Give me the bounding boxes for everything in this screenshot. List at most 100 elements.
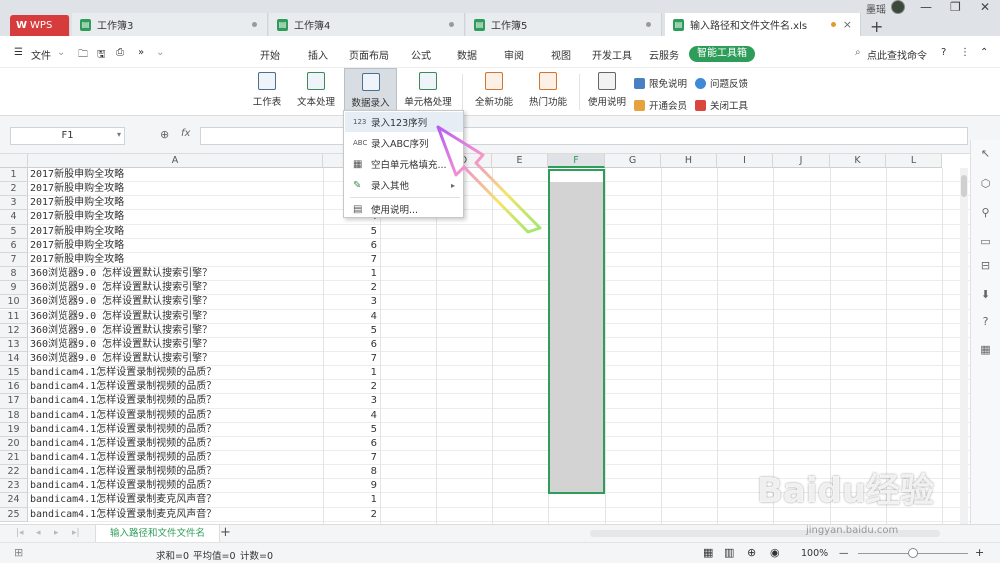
cell-a[interactable]: 360浏览器9.0 怎样设置默认搜索引擎？	[30, 281, 212, 295]
chevron-down-icon[interactable]: ▾	[117, 130, 121, 139]
row-header[interactable]: 17	[0, 394, 28, 409]
cell-a[interactable]: bandicam4.1怎样设置录制麦克风声音？	[30, 508, 216, 522]
tab-smart-toolbox[interactable]: 智能工具箱	[689, 46, 755, 62]
macro-icon[interactable]: ⊞	[14, 546, 23, 559]
tab-cloud[interactable]: 云服务	[649, 47, 679, 62]
tab-review[interactable]: 审阅	[504, 47, 524, 62]
open-folder-icon[interactable]: 🗀	[78, 47, 88, 64]
help-icon[interactable]: ?	[941, 47, 946, 58]
tab-workbook5[interactable]: ▤ 工作簿5	[466, 13, 662, 36]
column-header-i[interactable]: I	[717, 154, 773, 168]
cell-b[interactable]: 5	[323, 324, 377, 338]
cell-b[interactable]: 7	[323, 352, 377, 366]
feedback-button[interactable]: 问题反馈	[695, 76, 748, 90]
scrollbar-thumb[interactable]	[961, 175, 967, 197]
last-sheet-icon[interactable]: ▸|	[72, 528, 80, 538]
tab-view[interactable]: 视图	[551, 47, 571, 62]
sheet-tab-active[interactable]: 输入路径和文件文件名	[95, 525, 221, 542]
row-header[interactable]: 23	[0, 479, 28, 494]
row-header[interactable]: 12	[0, 323, 28, 338]
comment-icon[interactable]: ▭	[979, 235, 992, 248]
cell-b[interactable]: 1	[323, 366, 377, 380]
row-header[interactable]: 13	[0, 337, 28, 352]
cell-b[interactable]: 3	[323, 394, 377, 408]
tab-insert[interactable]: 插入	[308, 47, 328, 62]
cell-b[interactable]: 7	[323, 451, 377, 465]
cell-b[interactable]: 2	[323, 508, 377, 522]
vip-button[interactable]: 开通会员	[634, 98, 687, 112]
cell-a[interactable]: 2017新股申购全攻略	[30, 225, 124, 239]
eye-protect-icon[interactable]: ◉	[770, 546, 780, 559]
filter-icon[interactable]: ⚲	[979, 206, 992, 219]
minimize-icon[interactable]: —	[920, 0, 932, 14]
tab-workbook4[interactable]: ▤ 工作簿4	[269, 13, 465, 36]
row-header[interactable]: 3	[0, 196, 28, 211]
tab-formula[interactable]: 公式	[411, 47, 431, 62]
column-header-l[interactable]: L	[886, 154, 942, 168]
free-info-button[interactable]: 限免说明	[634, 76, 687, 90]
select-all-corner[interactable]	[0, 154, 28, 168]
new-features-button[interactable]: 全新功能	[470, 68, 518, 112]
cell-a[interactable]: 360浏览器9.0 怎样设置默认搜索引擎？	[30, 324, 212, 338]
cell-a[interactable]: 360浏览器9.0 怎样设置默认搜索引擎？	[30, 267, 212, 281]
cell-b[interactable]: 1	[323, 493, 377, 507]
column-header-f[interactable]: F	[548, 154, 605, 168]
prev-sheet-icon[interactable]: ◂	[36, 528, 41, 538]
row-header[interactable]: 5	[0, 224, 28, 239]
row-header[interactable]: 19	[0, 422, 28, 437]
shapes-icon[interactable]: ⬡	[979, 177, 992, 190]
row-header[interactable]: 18	[0, 408, 28, 423]
column-header-k[interactable]: K	[830, 154, 886, 168]
data-entry-button[interactable]: 数据录入	[344, 68, 397, 112]
cell-a[interactable]: 360浏览器9.0 怎样设置默认搜索引擎？	[30, 295, 212, 309]
row-header[interactable]: 6	[0, 238, 28, 253]
cursor-icon[interactable]: ↖	[979, 147, 992, 160]
page-break-icon[interactable]: ⊕	[747, 546, 756, 559]
chevron-down-icon[interactable]: ⌄	[57, 47, 65, 58]
zoom-slider-handle[interactable]	[908, 548, 918, 558]
restore-icon[interactable]: ❐	[950, 0, 961, 14]
cell-a[interactable]: 2017新股申购全攻略	[30, 182, 124, 196]
zoom-lookup-icon[interactable]: ⊕	[160, 128, 169, 141]
cell-a[interactable]: 2017新股申购全攻略	[30, 253, 124, 267]
tab-active-workbook[interactable]: ▤ 输入路径和文件文件名.xls ×	[665, 13, 861, 36]
cell-a[interactable]: 2017新股申购全攻略	[30, 239, 124, 253]
formula-input[interactable]	[200, 127, 968, 145]
row-header[interactable]: 16	[0, 380, 28, 395]
row-header[interactable]: 15	[0, 366, 28, 381]
column-header-g[interactable]: G	[605, 154, 661, 168]
add-sheet-button[interactable]: +	[220, 525, 231, 540]
row-header[interactable]: 1	[0, 168, 28, 183]
row-header[interactable]: 21	[0, 451, 28, 466]
cell-b[interactable]: 4	[323, 310, 377, 324]
close-window-icon[interactable]: ✕	[980, 0, 990, 14]
cell-b[interactable]: 5	[323, 225, 377, 239]
zoom-out-icon[interactable]: —	[839, 548, 849, 559]
vertical-scrollbar[interactable]	[960, 168, 968, 528]
column-header-h[interactable]: H	[661, 154, 717, 168]
row-header[interactable]: 25	[0, 507, 28, 522]
cell-a[interactable]: bandicam4.1怎样设置录制视频的品质？	[30, 423, 216, 437]
row-header[interactable]: 7	[0, 252, 28, 268]
cell-a[interactable]: bandicam4.1怎样设置录制视频的品质？	[30, 380, 216, 394]
hamburger-icon[interactable]: ☰	[14, 47, 23, 58]
close-tools-button[interactable]: 关闭工具	[695, 98, 748, 112]
tab-home[interactable]: 开始	[260, 47, 280, 62]
customize-icon[interactable]: ⌄	[156, 47, 164, 58]
active-cell-f1[interactable]	[550, 171, 603, 182]
row-header[interactable]: 24	[0, 493, 28, 508]
cell-a[interactable]: bandicam4.1怎样设置录制麦克风声音？	[30, 493, 216, 507]
row-header[interactable]: 9	[0, 281, 28, 296]
cell-b[interactable]: 8	[323, 465, 377, 479]
column-header-a[interactable]: A	[28, 154, 323, 168]
cell-a[interactable]: 2017新股申购全攻略	[30, 168, 124, 182]
new-tab-button[interactable]: +	[870, 17, 883, 36]
usage-guide-button[interactable]: 使用说明	[586, 68, 628, 112]
save-icon[interactable]: 🖫	[97, 47, 106, 64]
cell-b[interactable]: 7	[323, 253, 377, 267]
hot-features-button[interactable]: 热门功能	[524, 68, 572, 112]
worksheet-button[interactable]: 工作表	[247, 68, 287, 112]
save-cloud-icon[interactable]: ⬇	[979, 288, 992, 301]
cell-a[interactable]: 2017新股申购全攻略	[30, 210, 124, 224]
row-header[interactable]: 11	[0, 309, 28, 324]
